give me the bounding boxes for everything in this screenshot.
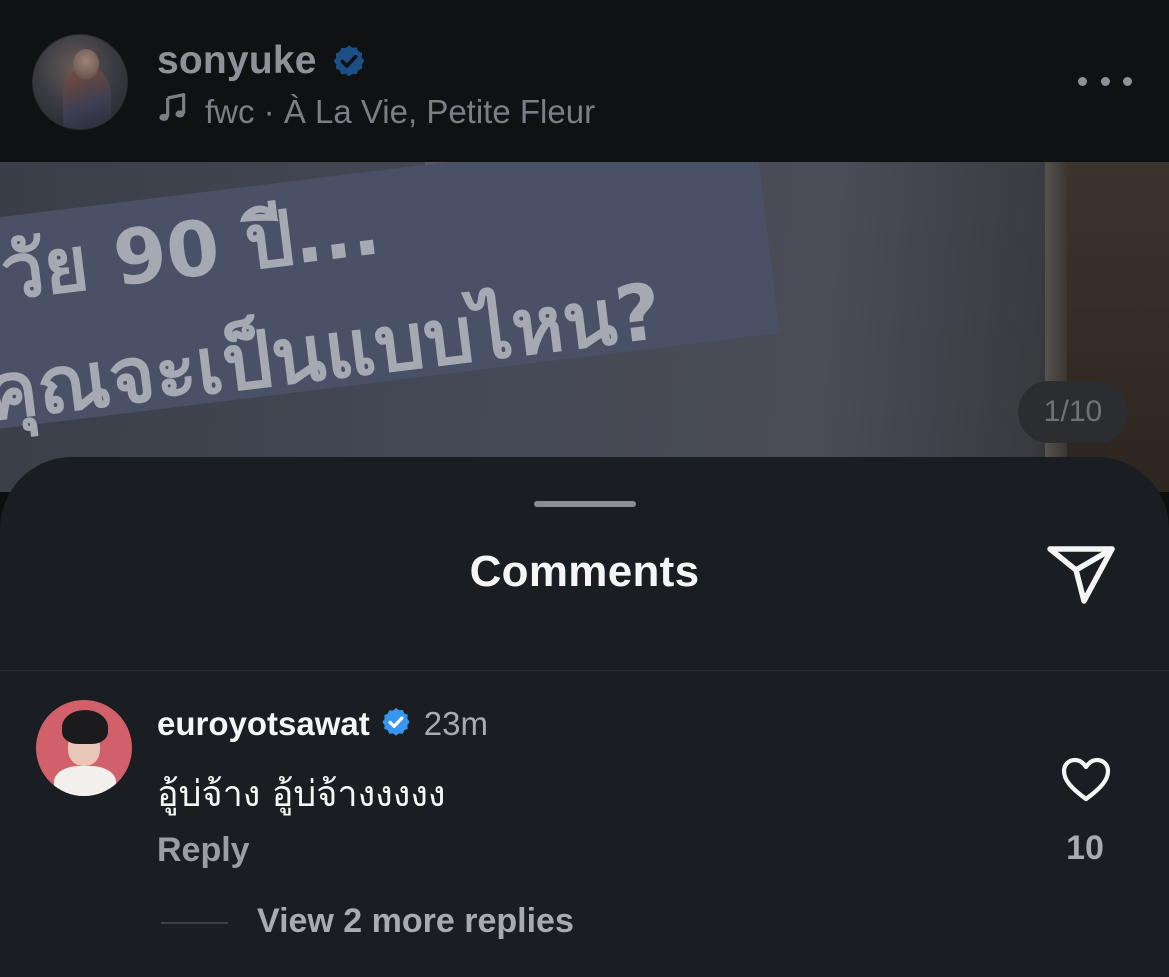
- screen: sonyuke fwc · À La Vie, Petite Fleur วัย…: [0, 0, 1169, 977]
- commenter-username[interactable]: euroyotsawat: [157, 705, 370, 743]
- comments-sheet: Comments euroyotsawat 23m อู้บ่จ้าง อู้บ…: [0, 457, 1169, 977]
- reply-button[interactable]: Reply: [157, 831, 250, 870]
- commenter-avatar[interactable]: [36, 700, 132, 796]
- post-header: sonyuke fwc · À La Vie, Petite Fleur: [0, 0, 1169, 162]
- comment-text: อู้บ่จ้าง อู้บ่จ้างงงงง: [157, 774, 446, 815]
- share-icon[interactable]: [1044, 543, 1118, 607]
- comment-time: 23m: [423, 705, 488, 742]
- post-author[interactable]: sonyuke: [157, 38, 367, 84]
- view-replies-button[interactable]: View 2 more replies: [257, 902, 574, 941]
- post-author-username[interactable]: sonyuke: [157, 39, 317, 83]
- music-note-icon: [157, 92, 189, 132]
- post-author-avatar[interactable]: [32, 34, 128, 130]
- verified-badge-icon: [380, 706, 412, 743]
- more-options-icon[interactable]: [1078, 68, 1132, 94]
- music-info[interactable]: fwc · À La Vie, Petite Fleur: [157, 92, 595, 132]
- like-count: 10: [1066, 829, 1104, 867]
- music-title: fwc · À La Vie, Petite Fleur: [205, 93, 596, 130]
- post-image: วัย 90 ปี... คุณจะเป็นแบบไหน? 1/10: [0, 162, 1169, 492]
- page-indicator: 1/10: [1018, 381, 1128, 443]
- heart-icon[interactable]: [1061, 757, 1111, 803]
- divider: [0, 670, 1169, 671]
- sheet-grabber[interactable]: [534, 501, 636, 507]
- sheet-title: Comments: [469, 547, 700, 596]
- replies-divider: [161, 922, 228, 924]
- verified-badge-icon: [331, 43, 367, 79]
- comment-header: euroyotsawat 23m: [157, 703, 488, 745]
